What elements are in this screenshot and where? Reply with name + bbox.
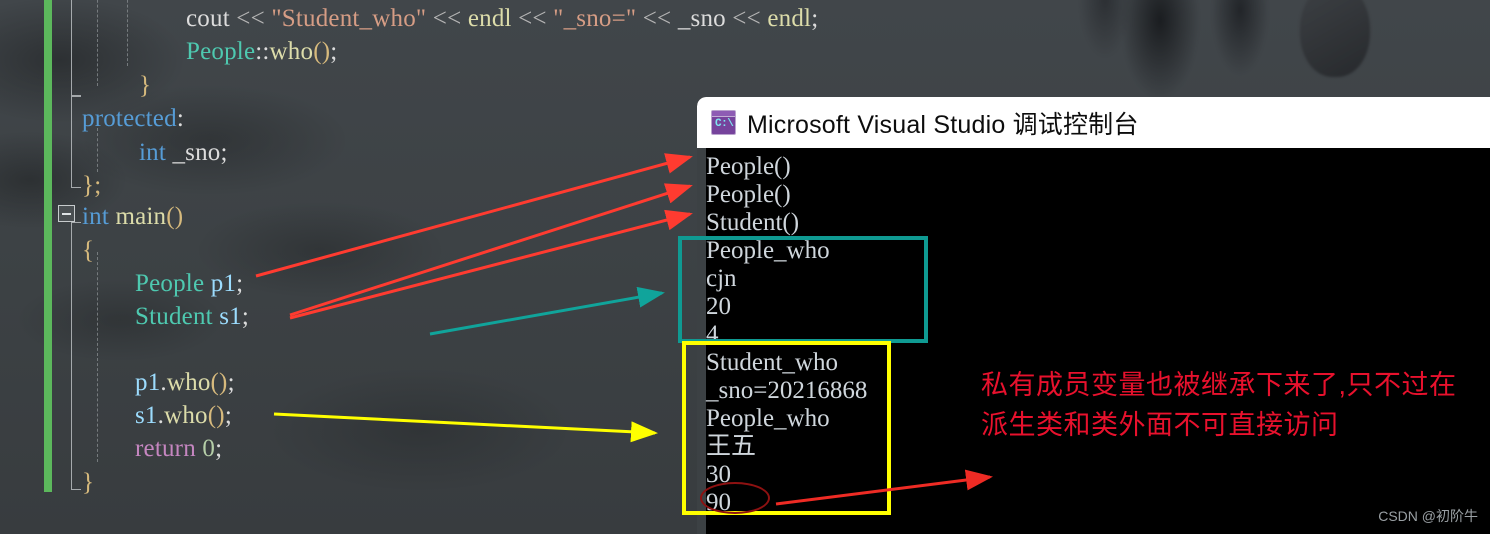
code-token: int xyxy=(82,203,109,230)
arrow-student-ctor xyxy=(289,209,693,320)
code-token: endl xyxy=(467,5,512,32)
code-line: p1.who(); xyxy=(135,370,235,395)
code-token: () xyxy=(207,402,225,429)
code-token: p1 xyxy=(135,369,161,396)
code-line: } xyxy=(139,73,151,98)
indent-guide-protected xyxy=(97,128,98,172)
code-token: who xyxy=(164,402,208,429)
code-token: ; xyxy=(811,5,819,32)
arrow-p1-who-to-people-who xyxy=(429,286,665,336)
code-line: }; xyxy=(82,173,101,198)
code-token: ; xyxy=(241,303,250,330)
annotation-text-line2: 派生类和类外面不可直接访问 xyxy=(981,410,1339,440)
code-fold-toggle-main[interactable] xyxy=(58,205,75,222)
code-token: s1 xyxy=(219,303,242,330)
circled-value-90 xyxy=(700,482,770,514)
console-app-icon: C:\ xyxy=(711,110,736,135)
code-token: ; xyxy=(224,402,232,429)
code-line: protected: xyxy=(82,106,184,131)
annotation-text-line1: 私有成员变量也被继承下来了,只不过在 xyxy=(981,370,1457,400)
code-token: ; xyxy=(236,270,244,297)
indent-guide-class xyxy=(97,0,98,86)
code-token: People xyxy=(186,38,256,65)
code-line: Student s1; xyxy=(135,304,249,329)
arrow-people-ctor-1 xyxy=(255,153,693,278)
code-token: "Student_who" xyxy=(271,5,427,32)
code-token: () xyxy=(210,369,228,396)
console-output-line: Student() xyxy=(706,209,800,236)
code-token: 0 xyxy=(202,435,216,462)
code-token: endl xyxy=(767,5,812,32)
console-title-bar[interactable]: C:\ Microsoft Visual Studio 调试控制台 xyxy=(697,97,1490,148)
code-token: ; xyxy=(227,369,235,396)
code-token: int xyxy=(139,139,166,166)
code-token: _sno xyxy=(677,5,726,32)
watermark-label: CSDN @初阶牛 xyxy=(1378,508,1478,524)
main-scope-bracket xyxy=(71,222,81,490)
code-line: s1.who(); xyxy=(135,403,232,428)
code-line: int _sno; xyxy=(139,140,228,165)
code-token: << xyxy=(426,5,468,32)
code-line: } xyxy=(82,470,94,495)
editor-change-marker-bar xyxy=(44,0,52,492)
screenshot-root: cout << "Student_who" << endl << "_sno="… xyxy=(0,0,1490,534)
code-token: } xyxy=(82,469,95,496)
code-line: return 0; xyxy=(135,436,222,461)
code-token: return xyxy=(135,435,196,462)
class-scope-bracket xyxy=(71,0,81,96)
code-token: p1 xyxy=(210,270,237,297)
code-token: ; xyxy=(215,435,223,462)
code-token: People xyxy=(135,270,205,297)
code-token: _sno; xyxy=(166,139,228,166)
code-token: << xyxy=(511,5,554,32)
code-token: "_sno=" xyxy=(553,5,637,32)
code-token: ; xyxy=(330,38,338,65)
code-token: cout xyxy=(186,5,237,32)
code-token: () xyxy=(166,203,184,230)
code-token: who xyxy=(269,38,314,65)
code-token: Student xyxy=(135,303,213,330)
indent-guide-main-body xyxy=(97,252,98,462)
console-window-title: Microsoft Visual Studio 调试控制台 xyxy=(747,110,1139,139)
code-line: int main() xyxy=(82,204,183,229)
highlight-box-people-who xyxy=(678,236,928,343)
code-token: }; xyxy=(82,172,102,199)
code-token: << xyxy=(725,5,768,32)
console-output-line: People() xyxy=(706,153,791,180)
wallpaper-head-decoration xyxy=(1300,0,1370,77)
code-token: { xyxy=(82,237,95,264)
indent-guide-method xyxy=(127,0,128,66)
code-token: protected xyxy=(82,105,177,132)
code-token: () xyxy=(313,38,331,65)
class-scope-bracket-lower xyxy=(71,96,81,188)
arrow-people-ctor-2 xyxy=(289,183,693,317)
console-output-line: People() xyxy=(706,181,791,208)
code-line: People::who(); xyxy=(186,39,337,64)
code-token: << xyxy=(236,5,272,32)
code-token: who xyxy=(166,369,211,396)
code-line: People p1; xyxy=(135,271,243,296)
code-token: :: xyxy=(255,38,270,65)
code-token: << xyxy=(636,5,678,32)
code-line: cout << "Student_who" << endl << "_sno="… xyxy=(186,6,818,31)
console-icon-label: C:\ xyxy=(715,118,734,130)
code-line: { xyxy=(82,238,94,263)
code-token: } xyxy=(139,72,152,99)
code-token: : xyxy=(176,105,184,132)
arrow-s1-who-to-student-who xyxy=(273,412,658,443)
code-token: main xyxy=(115,203,167,230)
code-token: s1 xyxy=(135,402,158,429)
